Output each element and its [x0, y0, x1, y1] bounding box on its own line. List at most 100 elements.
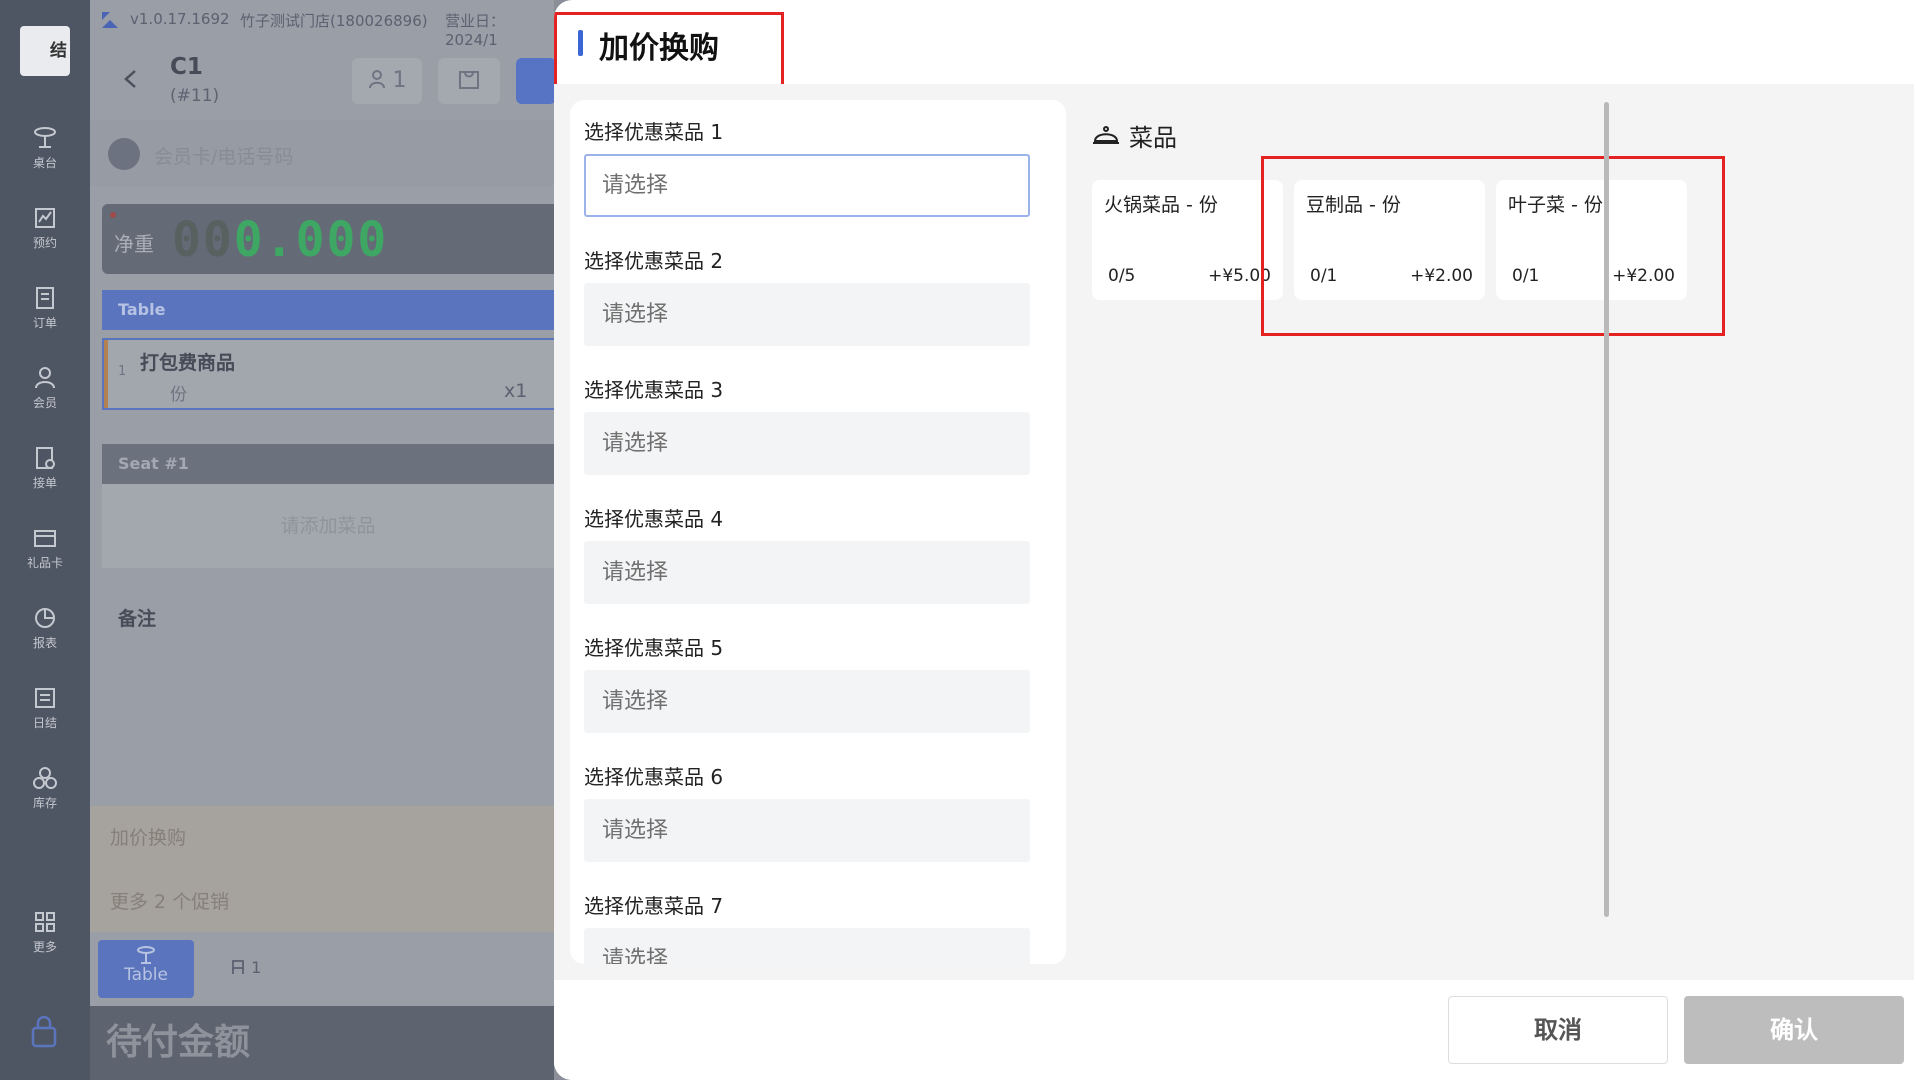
nav-label: 报表 — [32, 636, 57, 650]
nav-label: 更多 — [32, 940, 57, 954]
bag-button[interactable] — [438, 58, 500, 104]
slot-select-5[interactable]: 请选择 — [584, 670, 1030, 733]
line-item-index: 1 — [118, 364, 127, 379]
member-icon — [35, 367, 55, 389]
dish-name: 火锅菜品 - 份 — [1104, 194, 1218, 216]
more-grid-icon — [35, 912, 55, 932]
scale-status-dot — [110, 212, 116, 218]
nav-item-report[interactable]: 报表 — [0, 604, 90, 651]
slot-select-1[interactable]: 请选择 — [584, 154, 1030, 217]
line-item-qty: x1 — [504, 380, 528, 402]
accept-order-icon — [36, 447, 55, 469]
bottom-tabs: Table 1 — [90, 932, 554, 1006]
member-gem-icon — [108, 138, 140, 170]
dish-count: 0/5 — [1108, 266, 1136, 286]
scale-value: 000.000 — [172, 212, 388, 268]
confirm-button[interactable]: 确认 — [1684, 996, 1904, 1064]
back-chevron-icon[interactable] — [120, 68, 142, 90]
title-highlight-box — [554, 12, 784, 92]
slot-select-7[interactable]: 请选择 — [584, 928, 1030, 964]
discount-dish-slots[interactable]: 选择优惠菜品 1 请选择 选择优惠菜品 2 请选择 选择优惠菜品 3 请选择 选… — [570, 100, 1066, 964]
nav-item-accept[interactable]: 接单 — [0, 444, 90, 491]
status-bar: v1.0.17.1692 竹子测试门店(180026896) 营业日：2024/… — [90, 0, 554, 49]
nav-label: 日结 — [32, 716, 57, 730]
remark-label: 备注 — [118, 608, 157, 630]
nav-item-reservation[interactable]: 预约 — [0, 204, 90, 251]
nav-item-table[interactable]: 桌台 — [0, 124, 90, 171]
dish-section-title: 菜品 — [1129, 124, 1177, 152]
table-section-header: Table — [102, 290, 554, 330]
pos-order-panel: v1.0.17.1692 竹子测试门店(180026896) 营业日：2024/… — [90, 0, 554, 1080]
nav-label: 桌台 — [32, 156, 57, 170]
guest-count-button[interactable]: 1 — [352, 58, 422, 104]
scale-display: 净重 000.000 — [102, 204, 554, 274]
dishes-highlight-box — [1261, 156, 1725, 336]
slot-select-4[interactable]: 请选择 — [584, 541, 1030, 604]
promo-more[interactable]: 更多 2 个促销 — [90, 870, 554, 934]
nav-label: 会员 — [32, 396, 57, 410]
add-price-exchange-modal: 加价换购 选择优惠菜品 1 请选择 选择优惠菜品 2 请选择 选择优惠菜品 3 … — [554, 0, 1914, 1080]
tab-table-label: Table — [124, 965, 168, 985]
scale-off-digits: 00 — [172, 212, 234, 268]
nav-item-member[interactable]: 会员 — [0, 364, 90, 411]
slot-label-1: 选择优惠菜品 1 — [584, 120, 724, 144]
nav-item-more[interactable]: 更多 — [0, 908, 90, 955]
report-icon — [35, 608, 55, 628]
slot-label-6: 选择优惠菜品 6 — [584, 765, 724, 789]
daily-close-icon — [35, 688, 55, 708]
order-line-item[interactable]: 1 打包费商品 份 x1 — [102, 338, 554, 410]
slot-select-3[interactable]: 请选择 — [584, 412, 1030, 475]
order-header: C1 (#11) 1 — [90, 40, 554, 120]
inventory-icon — [33, 767, 57, 789]
version-text: v1.0.17.1692 — [130, 10, 230, 28]
order-number: (#11) — [170, 86, 220, 106]
modal-footer: 取消 确认 — [554, 980, 1914, 1080]
seat-count[interactable]: 1 — [230, 958, 261, 977]
nav-label: 订单 — [32, 316, 57, 330]
line-item-unit: 份 — [170, 385, 187, 405]
nav-item-orders[interactable]: 订单 — [0, 284, 90, 331]
guest-count: 1 — [392, 68, 407, 93]
cancel-button[interactable]: 取消 — [1448, 996, 1668, 1064]
dish-card-hotpot[interactable]: 火锅菜品 - 份 0/5 +¥5.00 — [1092, 180, 1283, 300]
table-icon — [137, 946, 155, 964]
nav-item-gift-card[interactable]: 礼品卡 — [0, 524, 90, 571]
cloche-icon — [1093, 126, 1119, 144]
member-search[interactable]: 会员卡/电话号码 — [90, 120, 554, 186]
scale-reading: 0.000 — [233, 212, 389, 268]
slots-scrollbar[interactable] — [1604, 102, 1609, 917]
nav-label: 预约 — [32, 236, 57, 250]
nav-label: 礼品卡 — [26, 556, 63, 570]
lock-icon[interactable] — [30, 1014, 58, 1048]
slot-label-7: 选择优惠菜品 7 — [584, 894, 724, 918]
tab-table[interactable]: Table — [98, 940, 194, 998]
brand-button[interactable]: 结 — [20, 26, 70, 76]
scale-label: 净重 — [114, 232, 154, 256]
seat-section-header: Seat #1 — [102, 444, 554, 484]
person-icon — [368, 70, 385, 89]
promo-add-price[interactable]: 加价换购 — [90, 806, 554, 870]
modal-content: 选择优惠菜品 1 请选择 选择优惠菜品 2 请选择 选择优惠菜品 3 请选择 选… — [554, 84, 1914, 980]
slot-select-6[interactable]: 请选择 — [584, 799, 1030, 862]
amount-due: 待付金额 — [90, 1006, 554, 1080]
line-item-accent — [104, 340, 108, 408]
gift-card-icon — [34, 530, 56, 547]
slot-label-5: 选择优惠菜品 5 — [584, 636, 724, 660]
member-input-placeholder: 会员卡/电话号码 — [154, 146, 294, 168]
add-dish-hint[interactable]: 请添加菜品 — [102, 484, 554, 568]
store-name: 竹子测试门店(180026896) — [240, 12, 428, 30]
line-item-name: 打包费商品 — [140, 352, 236, 374]
nav-item-inventory[interactable]: 库存 — [0, 764, 90, 811]
nav-item-daily-close[interactable]: 日结 — [0, 684, 90, 731]
table-name: C1 — [170, 54, 203, 80]
slot-label-4: 选择优惠菜品 4 — [584, 507, 724, 531]
seat-icon — [232, 960, 244, 974]
app-logo-icon — [102, 12, 118, 28]
nav-label: 接单 — [32, 476, 57, 490]
bag-icon — [459, 71, 479, 89]
seat-count-value: 1 — [251, 958, 262, 977]
slot-select-2[interactable]: 请选择 — [584, 283, 1030, 346]
dine-in-button[interactable] — [516, 58, 554, 104]
reservation-icon — [35, 208, 55, 228]
table-icon — [34, 127, 56, 148]
